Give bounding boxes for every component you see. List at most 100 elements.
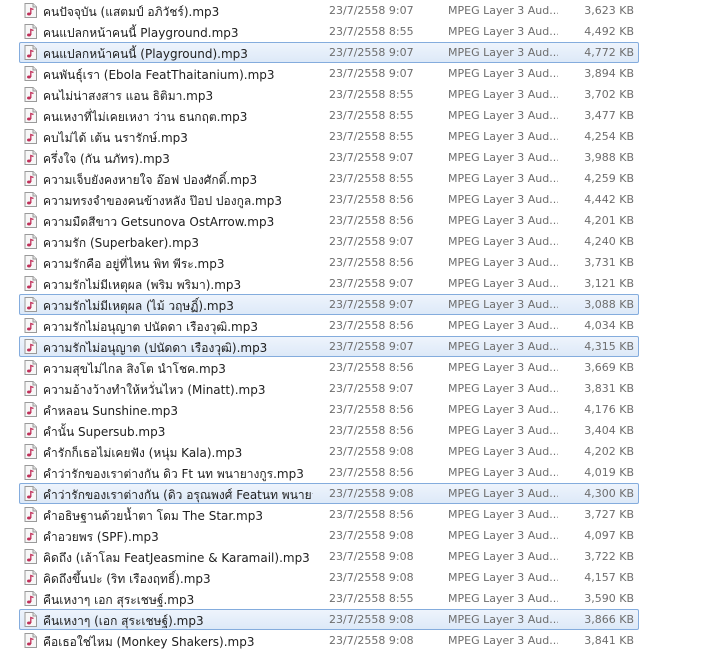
file-name: ครึ่งใจ (กัน นภัทร).mp3 [43,152,170,166]
file-row[interactable]: คำอวยพร (SPF).mp3 23/7/2558 9:08 MPEG Laye… [19,525,639,546]
file-type: MPEG Layer 3 Aud... [448,277,558,290]
file-row[interactable]: คืนเหงาๆ เอก สุระเชษฐ์.mp3 23/7/2558 8:55… [19,588,639,609]
mp3-file-icon [24,444,37,459]
file-size: 3,841 KB [584,634,634,647]
file-size: 4,034 KB [584,319,634,332]
file-type: MPEG Layer 3 Aud... [448,340,558,353]
mp3-file-icon [24,528,37,543]
file-row[interactable]: ความรัก (Superbaker).mp3 23/7/2558 9:07 MP… [19,231,639,252]
file-size: 3,894 KB [584,67,634,80]
file-row[interactable]: คนแปลกหน้าคนนี้ (Playground).mp3 23/7/255… [19,42,639,63]
file-name: คำว่ารักของเราต่างกัน ดิว Ft นท พนายางกู… [43,467,304,481]
file-type: MPEG Layer 3 Aud... [448,382,558,395]
file-type: MPEG Layer 3 Aud... [448,298,558,311]
file-size: 3,669 KB [584,361,634,374]
file-size: 4,300 KB [584,487,634,500]
file-type: MPEG Layer 3 Aud... [448,424,558,437]
file-type: MPEG Layer 3 Aud... [448,46,558,59]
file-date-modified: 23/7/2558 8:56 [329,403,414,416]
file-row[interactable]: คิดถึง (เล้าโลม FeatJeasmine & Karamail)… [19,546,639,567]
mp3-file-icon [24,612,37,627]
file-row[interactable]: ความรักไม่อนุญาต ปนัดดา เรืองวุฒิ.mp3 23/… [19,315,639,336]
file-size: 4,240 KB [584,235,634,248]
file-row[interactable]: คำว่ารักของเราต่างกัน (ดิว อรุณพงศ์ Feat… [19,483,639,504]
file-row[interactable]: ความสุขไม่ไกล สิงโต นำโชค.mp3 23/7/2558 8… [19,357,639,378]
file-date-modified: 23/7/2558 9:08 [329,487,414,500]
file-type: MPEG Layer 3 Aud... [448,172,558,185]
file-row[interactable]: ความอ้างว้างทำให้หวั่นไหว (Minatt).mp3 23… [19,378,639,399]
file-type: MPEG Layer 3 Aud... [448,361,558,374]
file-date-modified: 23/7/2558 8:55 [329,88,414,101]
file-type: MPEG Layer 3 Aud... [448,109,558,122]
mp3-file-icon [24,591,37,606]
file-date-modified: 23/7/2558 9:07 [329,151,414,164]
file-date-modified: 23/7/2558 9:08 [329,550,414,563]
mp3-file-icon [24,66,37,81]
file-row[interactable]: ความเจ็บยังคงหายใจ อ๊อฟ ปองศักดิ์.mp3 23/… [19,168,639,189]
mp3-file-icon [24,423,37,438]
file-date-modified: 23/7/2558 8:56 [329,508,414,521]
file-row[interactable]: คำว่ารักของเราต่างกัน ดิว Ft นท พนายางกู… [19,462,639,483]
file-date-modified: 23/7/2558 8:56 [329,466,414,479]
file-type: MPEG Layer 3 Aud... [448,445,558,458]
file-name: คำอธิษฐานด้วยน้ำตา โดม The Star.mp3 [43,509,263,523]
file-size: 4,442 KB [584,193,634,206]
mp3-file-icon [24,381,37,396]
file-row[interactable]: ความรักคือ อยู่ที่ไหน พิท พีระ.mp3 23/7/2… [19,252,639,273]
file-name: คบไม่ได้ เต้น นรารักษ์.mp3 [43,131,188,145]
file-row[interactable]: คนไม่น่าสงสาร แอน ธิติมา.mp3 23/7/2558 8:… [19,84,639,105]
file-row[interactable]: คืนเหงาๆ (เอก สุระเชษฐ์).mp3 23/7/2558 9:… [19,609,639,630]
file-name: ความอ้างว้างทำให้หวั่นไหว (Minatt).mp3 [43,383,266,397]
mp3-file-icon [24,360,37,375]
file-row[interactable]: ความรักไม่มีเหตุผล (พริม พริมา).mp3 23/7/… [19,273,639,294]
file-date-modified: 23/7/2558 9:07 [329,235,414,248]
file-name: ความรักไม่อนุญาต (ปนัดดา เรืองวุฒิ).mp3 [43,341,268,355]
file-type: MPEG Layer 3 Aud... [448,67,558,80]
file-size: 4,492 KB [584,25,634,38]
file-name: คำว่ารักของเราต่างกัน (ดิว อรุณพงศ์ Feat… [43,488,313,502]
file-size: 3,731 KB [584,256,634,269]
file-size: 4,254 KB [584,130,634,143]
file-size: 4,315 KB [584,340,634,353]
file-row[interactable]: ความทรงจำของคนข้างหลัง ป๊อป ปองกูล.mp3 23… [19,189,639,210]
file-row[interactable]: ครึ่งใจ (กัน นภัทร).mp3 23/7/2558 9:07 MPE… [19,147,639,168]
file-date-modified: 23/7/2558 8:55 [329,592,414,605]
file-size: 4,157 KB [584,571,634,584]
file-row[interactable]: ความรักไม่มีเหตุผล (ไม้ วฤษฏิ์).mp3 23/7/… [19,294,639,315]
file-type: MPEG Layer 3 Aud... [448,151,558,164]
file-name: คนพันธุ์เรา (Ebola FeatThaitanium).mp3 [43,68,275,82]
file-size: 4,019 KB [584,466,634,479]
file-row[interactable]: คำอธิษฐานด้วยน้ำตา โดม The Star.mp3 23/7/… [19,504,639,525]
file-name: ความรักคือ อยู่ที่ไหน พิท พีระ.mp3 [43,257,225,271]
file-date-modified: 23/7/2558 9:08 [329,571,414,584]
file-row[interactable]: คำรักก็เธอไม่เคยฟัง (หนุ่ม Kala).mp3 23/7… [19,441,639,462]
file-size: 3,722 KB [584,550,634,563]
file-row[interactable]: คบไม่ได้ เต้น นรารักษ์.mp3 23/7/2558 8:55… [19,126,639,147]
file-type: MPEG Layer 3 Aud... [448,529,558,542]
file-row[interactable]: คนแปลกหน้าคนนี้ Playground.mp3 23/7/2558 … [19,21,639,42]
file-row[interactable]: คนพันธุ์เรา (Ebola FeatThaitanium).mp3 23… [19,63,639,84]
file-row[interactable]: คำหลอน Sunshine.mp3 23/7/2558 8:56 MPEG La… [19,399,639,420]
file-size: 4,176 KB [584,403,634,416]
file-size: 4,772 KB [584,46,634,59]
file-row[interactable]: ความรักไม่อนุญาต (ปนัดดา เรืองวุฒิ).mp3 2… [19,336,639,357]
file-date-modified: 23/7/2558 9:08 [329,634,414,647]
file-row[interactable]: คือเธอใช่ไหม (Monkey Shakers).mp3 23/7/25… [19,630,639,651]
file-row[interactable]: คิดถึงขึ้นปะ (ริท เรืองฤทธิ์).mp3 23/7/25… [19,567,639,588]
file-row[interactable]: ความมืดสีขาว Getsunova OstArrow.mp3 23/7/… [19,210,639,231]
file-size: 3,590 KB [584,592,634,605]
file-type: MPEG Layer 3 Aud... [448,256,558,269]
file-name: ความทรงจำของคนข้างหลัง ป๊อป ปองกูล.mp3 [43,194,282,208]
file-row[interactable]: คำนั้น Supersub.mp3 23/7/2558 8:56 MPEG La… [19,420,639,441]
file-type: MPEG Layer 3 Aud... [448,508,558,521]
file-row[interactable]: คนเหงาที่ไม่เคยเหงา ว่าน ธนกฤต.mp3 23/7/2… [19,105,639,126]
file-type: MPEG Layer 3 Aud... [448,592,558,605]
file-name: คำอวยพร (SPF).mp3 [43,530,159,544]
file-row[interactable]: คนปัจจุบัน (แสตมป์ อภิวัชร์).mp3 23/7/255… [19,0,639,21]
file-size: 4,201 KB [584,214,634,227]
mp3-file-icon [24,3,37,18]
file-date-modified: 23/7/2558 8:55 [329,25,414,38]
file-type: MPEG Layer 3 Aud... [448,487,558,500]
mp3-file-icon [24,192,37,207]
file-name: คืนเหงาๆ (เอก สุระเชษฐ์).mp3 [43,614,204,628]
